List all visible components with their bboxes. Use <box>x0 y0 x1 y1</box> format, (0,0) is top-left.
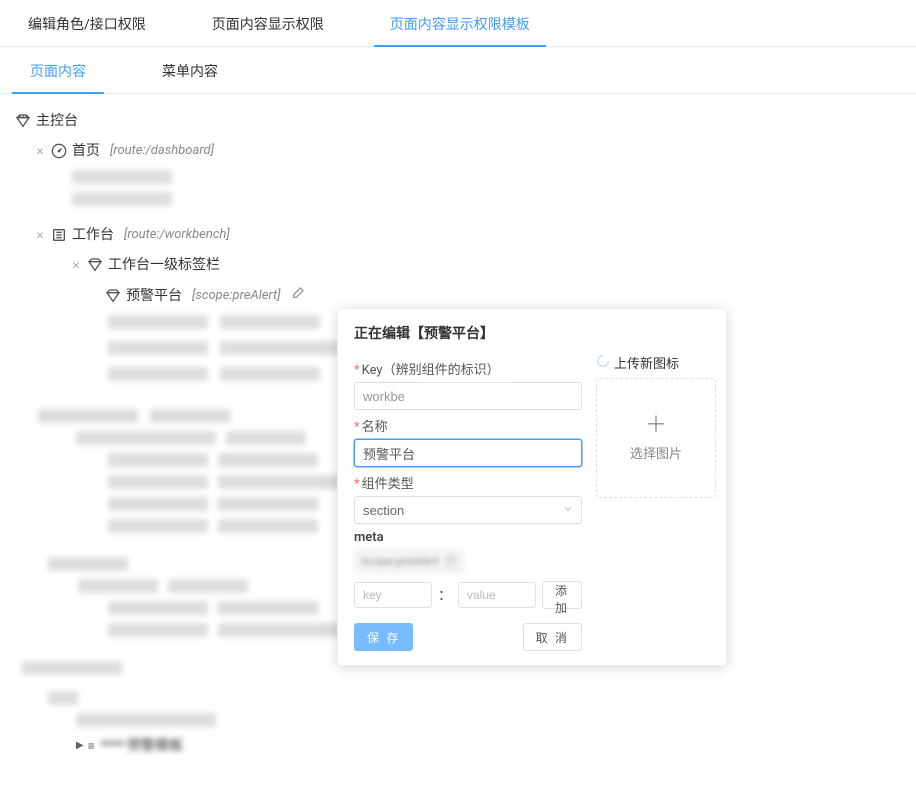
add-meta-button[interactable]: 添 加 <box>542 581 582 609</box>
label-name: 名称 <box>354 416 582 435</box>
tree-node-label: 首页 <box>72 140 100 162</box>
tab-display-permission-template[interactable]: 页面内容显示权限模板 <box>374 0 546 46</box>
meta-tag[interactable]: scope:preAlert × <box>354 549 464 573</box>
tree-node-label: **** <box>101 735 125 757</box>
label-type: 组件类型 <box>354 473 582 492</box>
label-meta: meta <box>354 530 582 545</box>
bars-icon: ≡ <box>88 735 95 757</box>
list-icon <box>50 226 68 244</box>
close-icon[interactable]: × <box>32 224 48 246</box>
tree-node-prealert[interactable]: 预警平台 [scope:preAlert] <box>8 280 908 311</box>
diamond-icon <box>104 287 122 305</box>
tree-node-home[interactable]: × 首页 [route:/dashboard] <box>8 136 908 166</box>
subtab-page-content[interactable]: 页面内容 <box>12 47 104 93</box>
tree-node-meta: [route:/dashboard] <box>110 140 214 162</box>
diamond-icon <box>14 112 32 130</box>
tree-node-meta: [route:/workbench] <box>124 224 230 246</box>
top-tabs-bar: 编辑角色/接口权限 页面内容显示权限 页面内容显示权限模板 <box>0 0 916 47</box>
spinner-icon <box>596 354 610 372</box>
sub-tabs-bar: 页面内容 菜单内容 <box>0 47 916 94</box>
tree-node-label: 工作台 <box>72 224 114 246</box>
panel-title: 正在编辑【预警平台】 <box>354 323 710 343</box>
chevron-right-icon: ▶ <box>76 735 84 757</box>
close-icon[interactable]: × <box>445 555 457 567</box>
tree-row-blurred <box>8 166 908 188</box>
subtab-menu-content[interactable]: 菜单内容 <box>144 47 236 93</box>
edit-panel: 正在编辑【预警平台】 Key（辨别组件的标识） 名称 组件类型 meta sco… <box>337 308 727 666</box>
tree-row-blurred <box>8 709 908 731</box>
label-key: Key（辨别组件的标识） <box>354 359 582 378</box>
tree-node-label: 预警平台 <box>126 285 182 307</box>
edit-icon[interactable] <box>291 284 307 307</box>
tab-display-permission[interactable]: 页面内容显示权限 <box>196 0 340 46</box>
input-name[interactable] <box>354 439 582 467</box>
close-icon[interactable]: × <box>32 140 48 162</box>
save-button[interactable]: 保 存 <box>354 623 413 651</box>
tree-node-workbench[interactable]: × 工作台 [route:/workbench] <box>8 220 908 250</box>
tree-node-label-suffix: 预警模板 <box>127 735 183 757</box>
close-icon[interactable]: × <box>68 254 84 276</box>
upload-placeholder: 选择图片 <box>630 443 682 462</box>
tree-row-blurred <box>8 687 908 709</box>
diamond-icon <box>86 256 104 274</box>
tree-node-meta: [scope:preAlert] <box>192 285 281 307</box>
cancel-button[interactable]: 取 消 <box>523 623 582 651</box>
meta-tag-text: scope:preAlert <box>361 554 439 568</box>
tab-edit-role-api[interactable]: 编辑角色/接口权限 <box>12 0 162 46</box>
input-meta-key[interactable] <box>354 582 432 608</box>
tree-root[interactable]: 主控台 <box>8 106 908 136</box>
plus-icon: ＋ <box>645 415 667 437</box>
upload-image-box[interactable]: ＋ 选择图片 <box>596 378 716 498</box>
select-type[interactable] <box>354 496 582 524</box>
kv-colon: ： <box>438 585 452 605</box>
select-type-display[interactable] <box>354 496 582 524</box>
tree-row-blurred <box>8 188 908 210</box>
tree-row-caret[interactable]: ▶ ≡ **** 预警模板 <box>8 731 908 761</box>
tree-root-label: 主控台 <box>36 110 78 132</box>
tree-node-label: 工作台一级标签栏 <box>108 254 220 276</box>
dashboard-icon <box>50 142 68 160</box>
input-meta-value[interactable] <box>458 582 536 608</box>
tree-node-workbench-tabs[interactable]: × 工作台一级标签栏 <box>8 250 908 280</box>
label-upload: 上传新图标 <box>614 353 679 372</box>
